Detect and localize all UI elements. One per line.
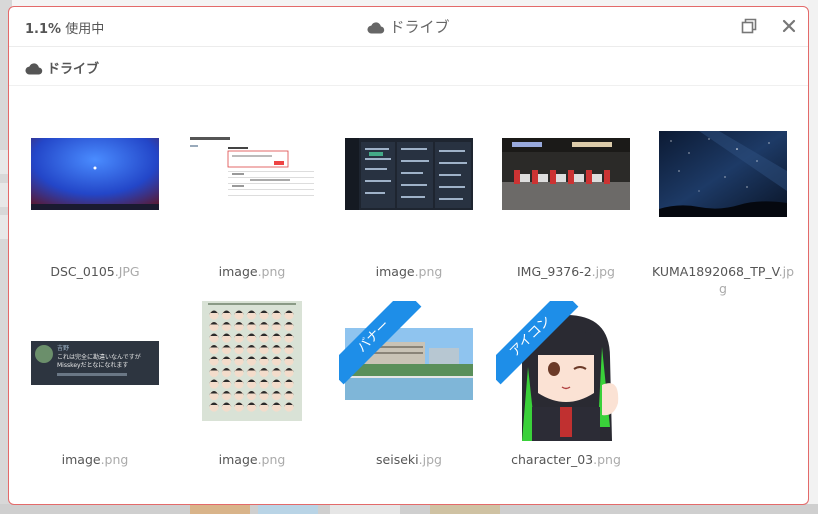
file-name: IMG_9376-2.jpg: [516, 264, 615, 279]
background-page-right: [808, 0, 818, 514]
file-item[interactable]: 吉野 これは完全に勘違いなんですが Misskeyだとなになれます image.…: [25, 301, 165, 481]
close-icon: [782, 19, 796, 33]
restore-window-button[interactable]: [740, 17, 758, 35]
file-name: KUMA1892068_TP_V.jpg: [651, 264, 795, 296]
file-thumbnail: アイコン: [496, 301, 636, 441]
file-item[interactable]: image.png: [339, 113, 479, 293]
file-item[interactable]: image.png: [182, 113, 322, 293]
file-thumbnail: バナー: [339, 301, 479, 441]
file-grid: DSC_0105.JPG image.png image.png IMG_937…: [9, 87, 808, 504]
window-title: ドライブ: [9, 16, 808, 38]
file-name: image.png: [375, 264, 443, 279]
file-item[interactable]: KUMA1892068_TP_V.jpg: [652, 113, 794, 296]
restore-icon: [741, 18, 757, 34]
background-page-bottom: [0, 504, 818, 514]
drive-window: 1.1% 使用中 ドライブ ドライブ DSC_0105.JPG image.pn…: [8, 6, 809, 505]
breadcrumb: ドライブ: [9, 48, 808, 86]
file-item[interactable]: バナー seiseki.jpg: [339, 301, 479, 481]
window-title-text: ドライブ: [389, 18, 450, 36]
file-thumbnail: [182, 113, 322, 253]
close-button[interactable]: [780, 17, 798, 35]
file-item[interactable]: アイコン character_03.png: [496, 301, 636, 481]
file-thumbnail: [339, 113, 479, 253]
avatar: [35, 345, 53, 363]
file-thumbnail: [496, 113, 636, 253]
breadcrumb-label: ドライブ: [47, 62, 100, 77]
note-user: 吉野: [57, 345, 70, 352]
file-item[interactable]: DSC_0105.JPG: [25, 113, 165, 293]
file-item[interactable]: IMG_9376-2.jpg: [496, 113, 636, 293]
file-item[interactable]: image.png: [182, 301, 322, 481]
file-name: character_03.png: [511, 452, 621, 467]
cloud-icon: [367, 20, 385, 38]
file-name: image.png: [218, 264, 286, 279]
file-thumbnail: 吉野 これは完全に勘違いなんですが Misskeyだとなになれます: [25, 301, 165, 441]
file-name: seiseki.jpg: [376, 452, 442, 467]
file-thumbnail: [182, 301, 322, 441]
file-name: DSC_0105.JPG: [50, 264, 140, 279]
file-thumbnail: [25, 113, 165, 253]
file-name: image.png: [218, 452, 286, 467]
window-titlebar: 1.1% 使用中 ドライブ: [9, 7, 808, 47]
breadcrumb-root[interactable]: ドライブ: [25, 58, 99, 79]
file-name: image.png: [61, 452, 129, 467]
note-text-line2: Misskeyだとなになれます: [57, 362, 129, 369]
file-thumbnail: [653, 113, 793, 253]
cloud-icon: [25, 62, 43, 79]
